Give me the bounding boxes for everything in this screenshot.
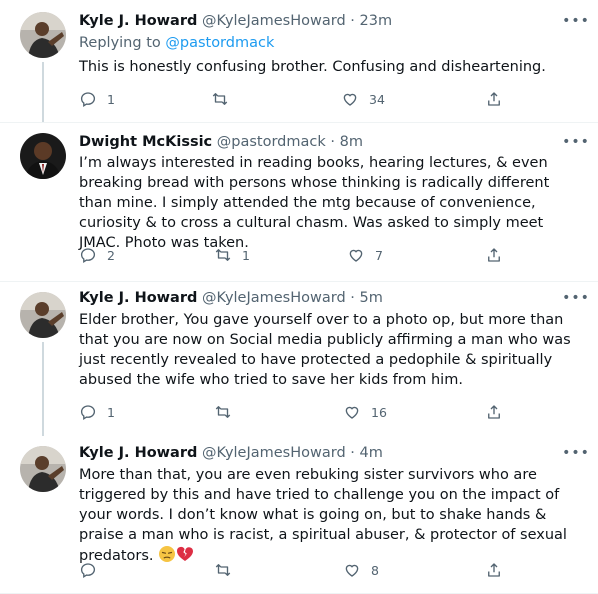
share-button[interactable]: [485, 560, 513, 580]
user-handle[interactable]: @pastordmack: [217, 134, 326, 150]
share-icon: [488, 248, 500, 262]
display-name[interactable]: Kyle J. Howard: [79, 13, 197, 29]
tweet-actions: 8: [79, 560, 509, 580]
display-name[interactable]: Kyle J. Howard: [79, 290, 197, 306]
more-options-button[interactable]: •••: [562, 132, 590, 152]
display-name[interactable]: Dwight McKissic: [79, 134, 212, 150]
separator: ·: [350, 290, 355, 306]
reply-button[interactable]: 1: [79, 402, 117, 422]
like-button[interactable]: 34: [341, 89, 385, 109]
tweet-text: I’m always interested in reading books, …: [79, 155, 550, 251]
separator: ·: [330, 134, 335, 150]
share-icon: [488, 405, 500, 419]
retweet-button[interactable]: [211, 89, 249, 109]
separator: ·: [350, 13, 355, 29]
replying-to-prefix: Replying to: [79, 35, 166, 51]
avatar-photo-icon: [20, 12, 66, 58]
avatar-photo-icon: [20, 446, 66, 492]
heart-icon: [345, 406, 359, 419]
tweet-header: Kyle J. Howard @KyleJamesHoward · 5m: [79, 288, 383, 308]
thread-connector: [42, 342, 44, 436]
retweet-icon: [212, 93, 228, 105]
tweet-actions: 1 16: [79, 402, 509, 422]
tweet[interactable]: Dwight McKissic @pastordmack · 8m ••• I’…: [0, 123, 598, 281]
tweet-header: Dwight McKissic @pastordmack · 8m: [79, 132, 363, 152]
like-button[interactable]: 7: [347, 245, 385, 265]
like-count: 34: [369, 91, 385, 107]
more-icon: •••: [562, 445, 590, 461]
more-icon: •••: [562, 290, 590, 306]
reply-count: 1: [107, 404, 115, 420]
retweet-button[interactable]: [214, 402, 252, 422]
separator: ·: [350, 445, 355, 461]
tweet-thread: Kyle J. Howard @KyleJamesHoward · 23m ••…: [0, 0, 598, 594]
reply-icon: [80, 563, 96, 578]
tweet[interactable]: Kyle J. Howard @KyleJamesHoward · 23m ••…: [0, 0, 598, 122]
like-count: 7: [375, 247, 383, 263]
heart-icon: [349, 249, 363, 262]
share-icon: [488, 92, 500, 106]
reply-button[interactable]: 1: [79, 89, 117, 109]
reply-icon: [80, 92, 96, 107]
avatar-photo-icon: [20, 292, 66, 338]
tweet-header: Kyle J. Howard @KyleJamesHoward · 23m: [79, 11, 392, 31]
avatar[interactable]: [20, 133, 66, 179]
share-button[interactable]: [485, 245, 513, 265]
share-button[interactable]: [485, 89, 513, 109]
more-options-button[interactable]: •••: [562, 288, 590, 308]
tweet[interactable]: Kyle J. Howard @KyleJamesHoward · 5m •••…: [0, 282, 598, 436]
thread-connector: [42, 62, 44, 122]
reply-count: 2: [107, 247, 115, 263]
timestamp[interactable]: 23m: [360, 13, 393, 29]
user-handle[interactable]: @KyleJamesHoward: [202, 445, 346, 461]
replying-to-link[interactable]: @pastordmack: [165, 35, 274, 51]
replying-to: Replying to @pastordmack: [79, 33, 274, 53]
like-button[interactable]: 16: [343, 402, 387, 422]
tweet-text-content: More than that, you are even rebuking si…: [79, 467, 567, 564]
share-icon: [488, 563, 500, 577]
more-options-button[interactable]: •••: [562, 443, 590, 463]
retweet-button[interactable]: 1: [214, 245, 252, 265]
reply-icon: [80, 248, 96, 263]
timestamp[interactable]: 4m: [360, 445, 383, 461]
heart-icon: [343, 93, 357, 106]
tweet-text: More than that, you are even rebuking si…: [79, 465, 584, 569]
reply-count: 1: [107, 91, 115, 107]
reply-button[interactable]: [79, 560, 117, 580]
like-count: 16: [371, 404, 387, 420]
retweet-icon: [215, 564, 231, 576]
tweet-actions: 1 34: [79, 89, 509, 109]
heart-icon: [345, 564, 359, 577]
avatar[interactable]: [20, 12, 66, 58]
more-icon: •••: [562, 13, 590, 29]
user-handle[interactable]: @KyleJamesHoward: [202, 290, 346, 306]
reply-icon: [80, 405, 96, 420]
tweet-actions: 2 1 7: [79, 245, 509, 265]
like-count: 8: [371, 562, 379, 578]
more-icon: •••: [562, 134, 590, 150]
share-button[interactable]: [485, 402, 513, 422]
retweet-count: 1: [242, 247, 250, 263]
tweet-text: Elder brother, You gave yourself over to…: [79, 312, 571, 388]
retweet-icon: [215, 249, 231, 261]
avatar[interactable]: [20, 446, 66, 492]
display-name[interactable]: Kyle J. Howard: [79, 445, 197, 461]
timestamp[interactable]: 5m: [360, 290, 383, 306]
tweet-header: Kyle J. Howard @KyleJamesHoward · 4m: [79, 443, 383, 463]
tweet-text: This is honestly confusing brother. Conf…: [79, 59, 546, 75]
avatar[interactable]: [20, 292, 66, 338]
retweet-button[interactable]: [214, 560, 252, 580]
tweet[interactable]: Kyle J. Howard @KyleJamesHoward · 4m •••…: [0, 436, 598, 594]
more-options-button[interactable]: •••: [562, 11, 590, 31]
timestamp[interactable]: 8m: [340, 134, 363, 150]
reply-button[interactable]: 2: [79, 245, 117, 265]
retweet-icon: [215, 406, 231, 418]
avatar-photo-icon: [20, 133, 66, 179]
user-handle[interactable]: @KyleJamesHoward: [202, 13, 346, 29]
like-button[interactable]: 8: [343, 560, 381, 580]
